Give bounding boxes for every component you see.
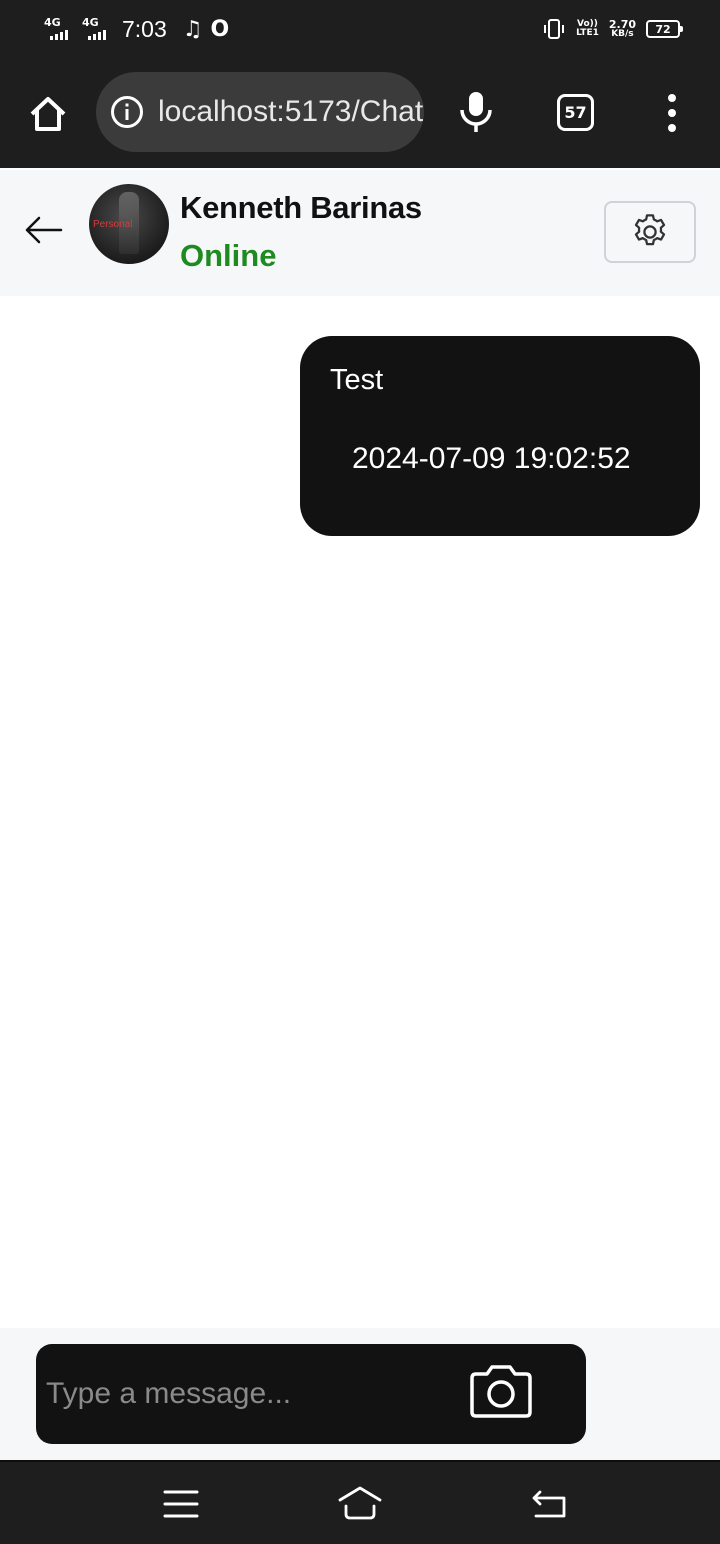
message-timestamp: 2024-07-09 19:02:52 [352, 442, 631, 475]
back-return-icon [532, 1490, 566, 1518]
camera-button[interactable] [466, 1362, 536, 1422]
avatar[interactable]: Personal [89, 184, 169, 264]
music-note-icon: ♫ [182, 16, 203, 42]
info-icon[interactable] [110, 95, 144, 129]
status-bar: 4G 4G 7:03 ♫ O Vo)) LTE1 2.70 KB/s 72 [0, 0, 720, 56]
back-arrow-icon [25, 216, 63, 244]
status-left: 4G 4G 7:03 ♫ O [44, 14, 229, 44]
back-button[interactable] [24, 214, 64, 246]
message-text: Test [330, 364, 384, 396]
url-text[interactable]: localhost:5173/Chat [158, 95, 423, 129]
browser-home-button[interactable] [26, 92, 70, 136]
vibrate-icon [544, 19, 565, 39]
contact-name: Kenneth Barinas [180, 190, 422, 225]
status-time: 7:03 [122, 15, 167, 42]
signal-1-icon: 4G [44, 16, 74, 42]
volte-indicator: Vo)) LTE1 [576, 20, 599, 38]
opera-icon: O [210, 16, 230, 42]
address-bar[interactable]: localhost:5173/Chat [96, 72, 424, 152]
settings-button[interactable] [604, 201, 696, 263]
battery-icon: 72 [646, 20, 683, 38]
home-icon [30, 97, 66, 131]
tab-count: 57 [564, 103, 587, 122]
camera-icon [470, 1365, 532, 1418]
battery-level: 72 [655, 22, 671, 36]
message-bubble[interactable]: Test 2024-07-09 19:02:52 [300, 336, 700, 536]
tab-switcher-button[interactable]: 57 [557, 94, 594, 131]
system-nav-bar [0, 1460, 720, 1544]
chat-header: Personal Kenneth Barinas Online [0, 170, 720, 296]
speed-unit: KB/s [611, 29, 634, 39]
message-input-box [36, 1344, 586, 1444]
signal-2-icon: 4G [82, 16, 112, 42]
browser-menu-button[interactable] [664, 94, 680, 132]
status-right: Vo)) LTE1 2.70 KB/s 72 [542, 14, 683, 44]
system-home-button[interactable] [336, 1484, 384, 1524]
menu-lines-icon [163, 1490, 199, 1518]
recents-button[interactable] [157, 1484, 205, 1524]
contact-status: Online [180, 238, 277, 273]
volte-bottom: LTE1 [576, 28, 599, 38]
message-input[interactable] [46, 1368, 446, 1420]
voice-search-button[interactable] [456, 90, 496, 134]
browser-toolbar: localhost:5173/Chat 57 [0, 56, 720, 168]
network-speed: 2.70 KB/s [609, 19, 636, 39]
network-type-1: 4G [44, 16, 61, 29]
gear-icon [634, 214, 666, 246]
more-vert-icon [668, 94, 676, 102]
avatar-text: Personal [93, 219, 133, 230]
home-outline-icon [338, 1486, 382, 1520]
mic-icon [460, 92, 492, 132]
message-composer [0, 1328, 720, 1460]
system-back-button[interactable] [526, 1484, 574, 1524]
network-type-2: 4G [82, 16, 99, 29]
